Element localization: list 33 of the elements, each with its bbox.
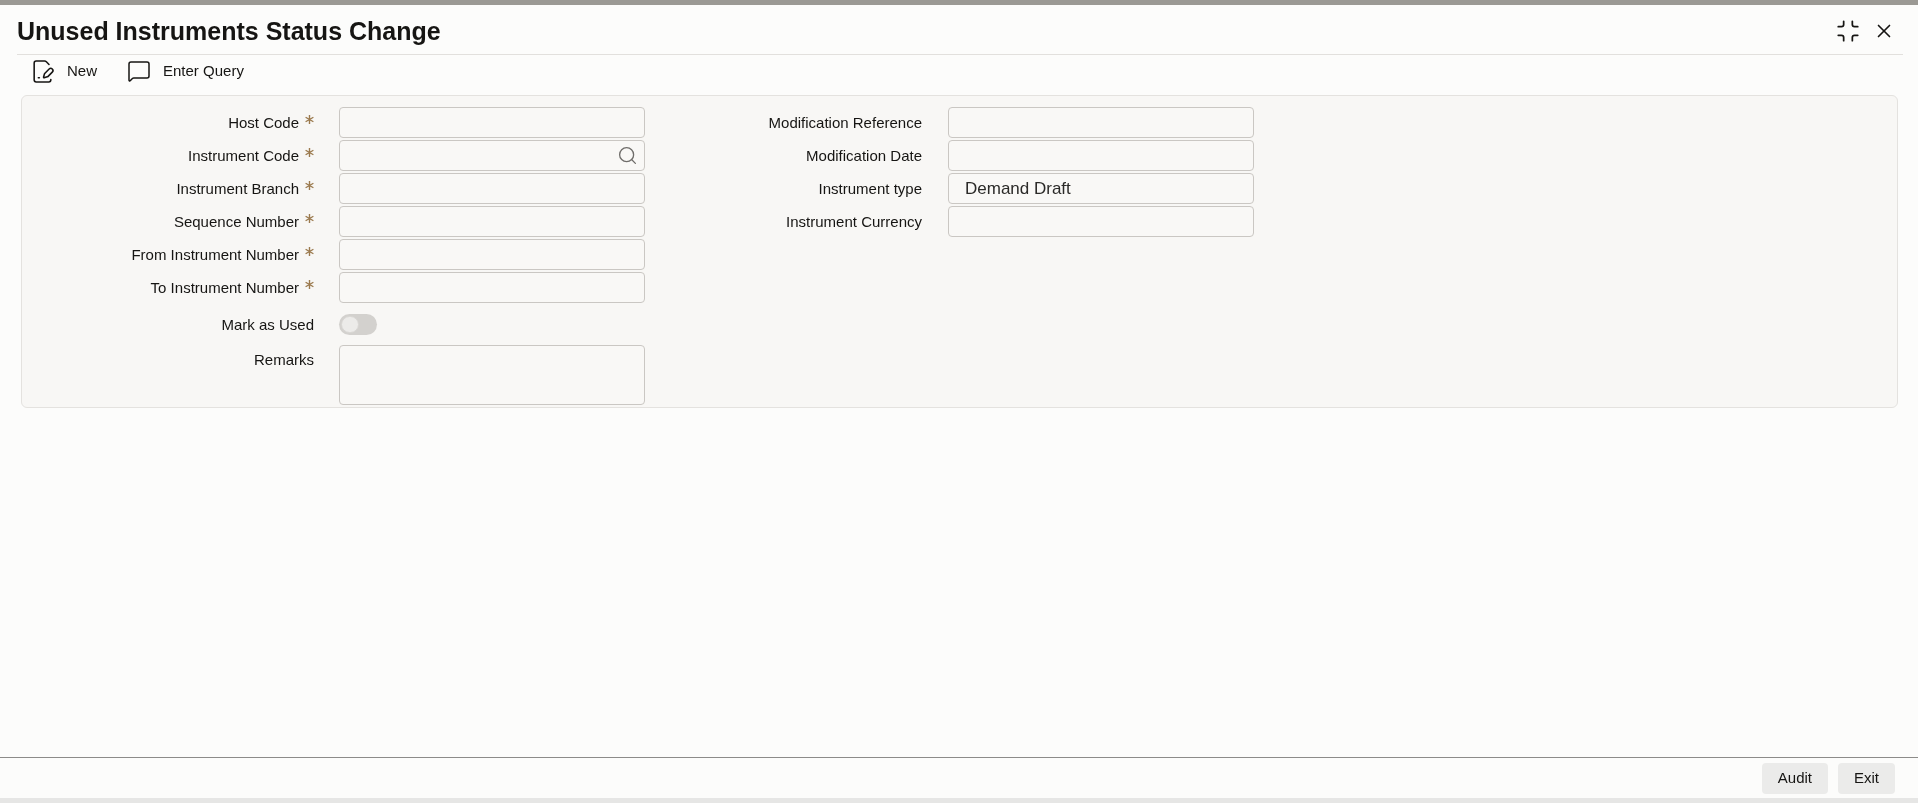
text-field[interactable] bbox=[339, 239, 645, 270]
minimize-icon[interactable] bbox=[1835, 17, 1861, 44]
text-field[interactable] bbox=[948, 140, 1254, 171]
text-field[interactable] bbox=[339, 173, 645, 204]
speech-bubble-icon bbox=[127, 59, 151, 83]
field-label: Instrument Branch bbox=[176, 178, 299, 199]
field-label: Instrument Currency bbox=[786, 211, 922, 232]
text-field[interactable] bbox=[339, 206, 645, 237]
new-button[interactable]: New bbox=[30, 58, 97, 84]
lookup-field[interactable] bbox=[339, 140, 645, 171]
field-label: Sequence Number bbox=[173, 211, 299, 232]
textarea-field[interactable] bbox=[339, 345, 645, 405]
window-title: Unused Instruments Status Change bbox=[17, 15, 441, 46]
field-label: From Instrument Number bbox=[131, 244, 299, 265]
field-label: Modification Reference bbox=[768, 112, 922, 133]
field-label: Instrument type bbox=[818, 178, 922, 199]
field-label: Mark as Used bbox=[221, 314, 314, 335]
document-edit-icon bbox=[30, 58, 55, 84]
text-field[interactable] bbox=[339, 272, 645, 303]
toggle-switch[interactable] bbox=[339, 314, 377, 335]
field-label: Remarks bbox=[254, 350, 314, 370]
footer-button[interactable]: Audit bbox=[1761, 763, 1828, 794]
field-label: Host Code bbox=[228, 112, 299, 133]
text-field[interactable] bbox=[948, 206, 1254, 237]
search-icon[interactable] bbox=[617, 145, 638, 166]
enter-query-button[interactable]: Enter Query bbox=[127, 59, 244, 83]
field-label: To Instrument Number bbox=[150, 277, 299, 298]
text-field[interactable] bbox=[948, 107, 1254, 138]
field-label: Modification Date bbox=[806, 145, 922, 166]
field-label: Instrument Code bbox=[188, 145, 299, 166]
footer-button[interactable]: Exit bbox=[1838, 763, 1895, 794]
text-field[interactable] bbox=[339, 107, 645, 138]
text-field[interactable]: Demand Draft bbox=[948, 173, 1254, 204]
